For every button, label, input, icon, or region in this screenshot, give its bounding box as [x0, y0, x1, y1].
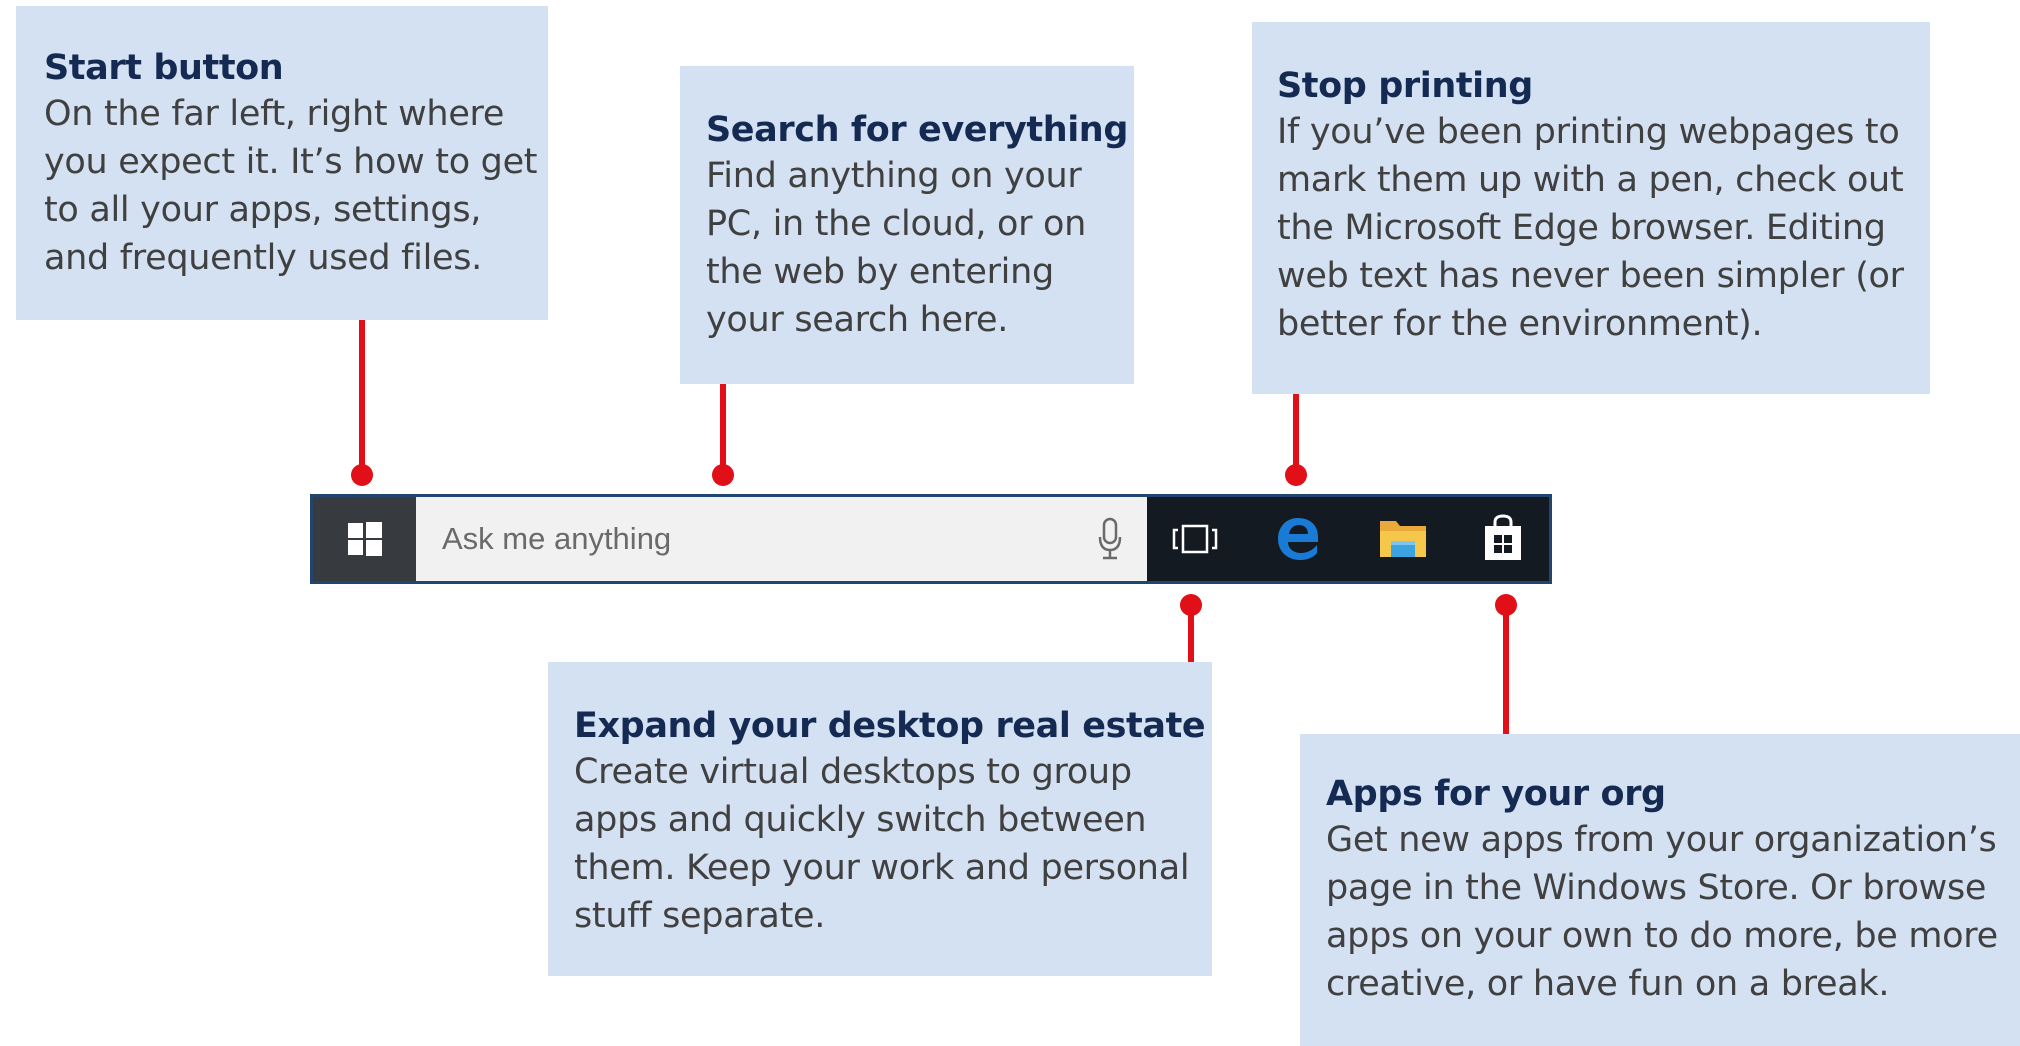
callout-title: Stop printing	[1277, 66, 1533, 106]
callout-virtual-desktops: Expand your desktop real estate Create v…	[548, 662, 1212, 976]
task-view-icon	[1172, 524, 1218, 554]
callout-title: Search for everything	[706, 110, 1128, 150]
edge-icon	[1278, 518, 1318, 560]
callout-title: Expand your desktop real estate	[574, 706, 1206, 746]
connector-dot-store	[1495, 594, 1517, 616]
connector-store	[1503, 606, 1509, 734]
connector-dot-edge	[1285, 464, 1307, 486]
callout-title: Apps for your org	[1326, 774, 1666, 814]
start-button[interactable]	[313, 497, 416, 581]
search-box[interactable]	[416, 497, 1147, 581]
callout-body: Find anything on your PC, in the cloud, …	[706, 156, 1087, 340]
connector-search	[720, 384, 726, 475]
connector-edge	[1293, 394, 1299, 475]
callout-body: Get new apps from your organization’s pa…	[1326, 820, 1998, 1004]
callout-body: If you’ve been printing webpages to mark…	[1277, 112, 1904, 344]
store-icon	[1485, 514, 1521, 560]
callout-apps-for-org: Apps for your org Get new apps from your…	[1300, 734, 2020, 1046]
file-explorer-icon	[1380, 521, 1426, 557]
connector-dot-task-view	[1180, 594, 1202, 616]
taskbar	[310, 494, 1552, 584]
file-explorer-button[interactable]	[1353, 497, 1453, 581]
connector-start	[359, 320, 365, 475]
connector-dot-start	[351, 464, 373, 486]
callout-title: Start button	[44, 48, 284, 88]
callout-search: Search for everything Find anything on y…	[680, 66, 1134, 384]
windows-logo-icon	[347, 522, 382, 556]
callout-body: On the far left, right where you expect …	[44, 94, 538, 278]
callout-body: Create virtual desktops to group apps an…	[574, 752, 1190, 936]
search-input[interactable]	[416, 497, 1056, 581]
store-button[interactable]	[1453, 497, 1553, 581]
microphone-icon[interactable]	[1097, 517, 1123, 561]
task-view-button[interactable]	[1145, 497, 1245, 581]
callout-start-button: Start button On the far left, right wher…	[16, 6, 548, 320]
callout-stop-printing: Stop printing If you’ve been printing we…	[1252, 22, 1930, 394]
connector-dot-search	[712, 464, 734, 486]
edge-button[interactable]	[1248, 497, 1348, 581]
